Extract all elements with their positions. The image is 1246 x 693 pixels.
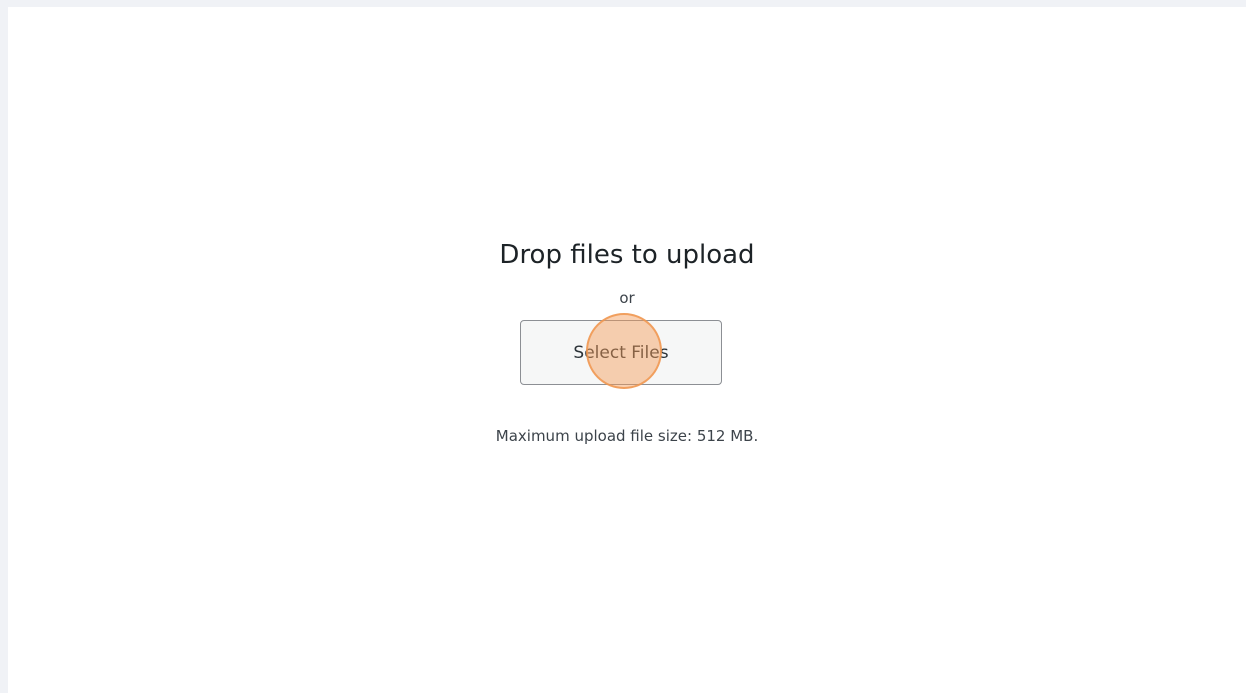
or-separator: or	[619, 289, 635, 307]
upload-page: Drop files to upload or Select Files Max…	[8, 7, 1246, 693]
select-files-button[interactable]: Select Files	[520, 320, 722, 385]
drop-zone[interactable]: Drop files to upload or Select Files Max…	[8, 7, 1246, 693]
max-upload-size-text: Maximum upload file size: 512 MB.	[495, 427, 759, 445]
drop-files-title: Drop files to upload	[499, 240, 755, 270]
